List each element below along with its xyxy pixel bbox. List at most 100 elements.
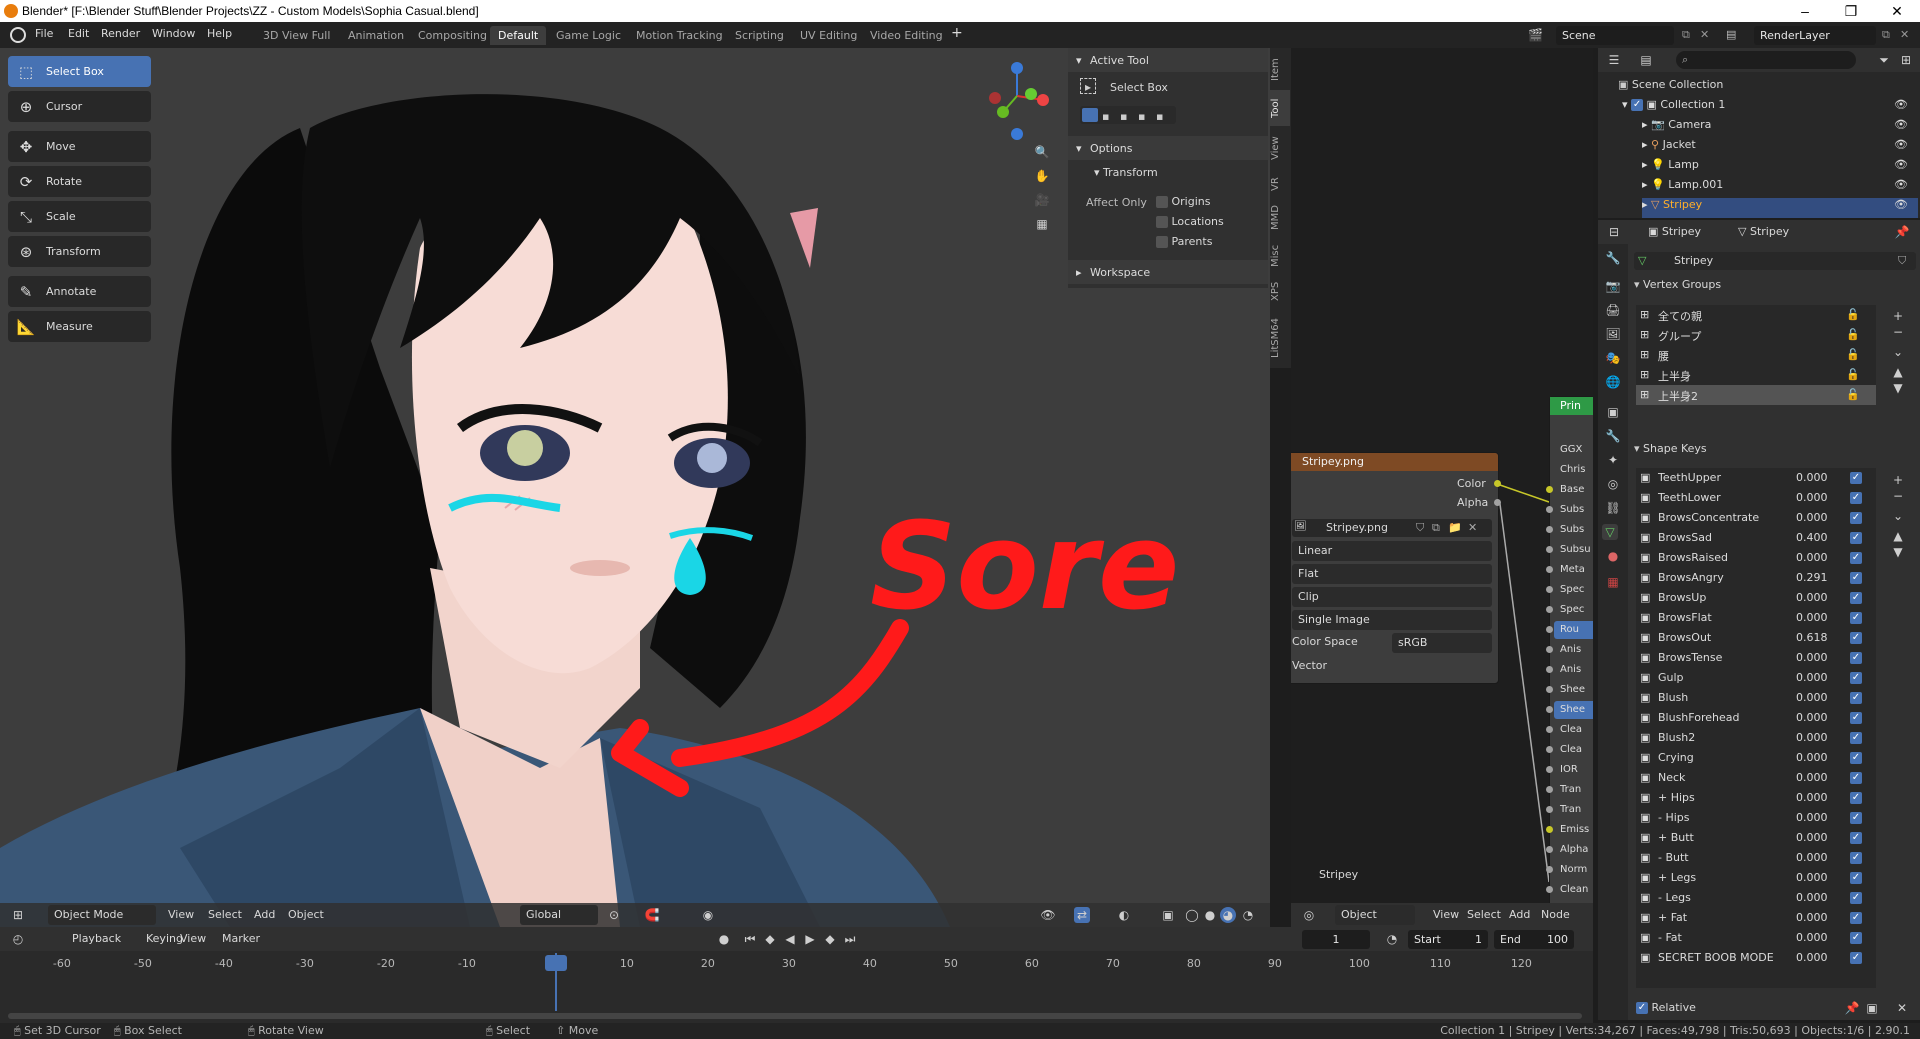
shape-key-value[interactable]: 0.000 [1796,791,1828,804]
principled-input[interactable]: Anis [1546,661,1593,679]
shape-key-name[interactable]: - Fat [1658,931,1682,944]
end-frame-field[interactable]: End 100 [1494,930,1574,949]
vertex-group-specials-icon[interactable]: ⌄ [1890,344,1906,360]
outliner-item-stripey[interactable]: ▸ ▽ Stripey 👁 [1642,198,1918,218]
vertex-group-name[interactable]: グループ [1658,328,1701,344]
view-layer-props-icon[interactable]: 🖼 [1605,326,1621,342]
input-socket[interactable] [1546,706,1553,713]
origins-checkbox[interactable]: Origins [1156,195,1210,208]
shape-key-row[interactable]: ▣ - Butt 0.000 ✓ [1636,848,1876,868]
shader-node-editor[interactable]: Stripey.png Color Alpha 🖼 Stripey.png ⛉ … [1291,48,1593,927]
output-props-icon[interactable]: 🖨 [1605,302,1621,318]
add-vertex-group-icon[interactable]: + [1890,308,1906,324]
menu-render[interactable]: Render [101,27,140,40]
scene-field[interactable]: Scene [1556,26,1674,45]
overlays-icon[interactable]: ◐ [1116,907,1132,923]
outliner-search[interactable]: ⌕ [1676,51,1856,69]
outliner-item-camera[interactable]: ▸ 📷 Camera 👁 [1642,118,1918,138]
tab-tool[interactable]: Tool [1270,90,1290,126]
shape-key-name[interactable]: Blush [1658,691,1688,704]
source-dropdown[interactable]: Single Image [1292,610,1492,630]
vertex-group-name[interactable]: 全ての親 [1658,308,1702,324]
jump-end-icon[interactable]: ⏭ [842,931,858,947]
image-browse-icon[interactable]: 🖼 [1294,521,1307,532]
image-texture-node[interactable]: Stripey.png Color Alpha 🖼 Stripey.png ⛉ … [1291,452,1501,684]
scene-copy-icon[interactable]: ⧉ [1682,28,1690,42]
input-socket[interactable] [1546,486,1553,493]
shape-key-row[interactable]: ▣ Blush 0.000 ✓ [1636,688,1876,708]
play-icon[interactable]: ▶ [802,931,818,947]
eye-icon[interactable]: 👁 [1894,198,1908,211]
shape-key-value[interactable]: 0.000 [1796,511,1828,524]
shape-key-value[interactable]: 0.000 [1796,671,1828,684]
options-header[interactable]: ▾ Options [1068,136,1268,160]
image-node-header[interactable]: Stripey.png [1291,453,1498,471]
collection-row[interactable]: ▾ ✓ ▣ Collection 1 👁 [1622,98,1918,118]
shape-key-row[interactable]: ▣ - Legs 0.000 ✓ [1636,888,1876,908]
outliner-item-lamp[interactable]: ▸ 💡 Lamp 👁 [1642,158,1918,178]
shape-key-mute-checkbox[interactable]: ✓ [1850,472,1862,484]
shape-key-mute-checkbox[interactable]: ✓ [1850,812,1862,824]
remove-vertex-group-icon[interactable]: − [1890,324,1906,340]
outliner-item-lamp-001[interactable]: ▸ 💡 Lamp.001 👁 [1642,178,1918,198]
input-socket[interactable] [1546,526,1553,533]
move-up-icon[interactable]: ▲ [1890,528,1906,544]
display-mode-icon[interactable]: ▤ [1638,52,1654,68]
current-frame-field[interactable]: 1 [1302,930,1370,949]
parents-checkbox[interactable]: Parents [1156,235,1212,248]
shape-key-value[interactable]: 0.000 [1796,831,1828,844]
input-socket[interactable] [1546,726,1553,733]
zoom-icon[interactable]: 🔍 [1034,144,1050,160]
shape-key-value[interactable]: 0.000 [1796,911,1828,924]
shape-key-name[interactable]: + Butt [1658,831,1694,844]
shape-key-name[interactable]: + Fat [1658,911,1687,924]
shape-key-value[interactable]: 0.618 [1796,631,1828,644]
tool-scale[interactable]: ⤡ Scale [8,201,151,232]
shape-key-value[interactable]: 0.000 [1796,471,1828,484]
shape-key-name[interactable]: Blush2 [1658,731,1695,744]
shape-key-name[interactable]: - Butt [1658,851,1689,864]
shape-key-row[interactable]: ▣ Blush2 0.000 ✓ [1636,728,1876,748]
shape-key-value[interactable]: 0.000 [1796,691,1828,704]
modifier-props-icon[interactable]: 🔧 [1605,428,1621,444]
eye-icon[interactable]: 👁 [1894,138,1908,151]
principled-input[interactable]: Shee [1546,701,1593,719]
eye-icon[interactable]: 👁 [1894,98,1908,111]
timeline-type-icon[interactable]: ◴ [10,931,26,947]
vertex-groups-list[interactable]: ⊞ 全ての親 🔓 ⊞ グループ 🔓 ⊞ 腰 🔓 ⊞ 上半身 🔓 ⊞ 上半身2 🔓 [1636,305,1876,405]
pan-hand-icon[interactable]: ✋ [1034,168,1050,184]
tab-view[interactable]: View [1270,130,1290,166]
playhead[interactable] [545,955,567,971]
shape-key-name[interactable]: BlushForehead [1658,711,1739,724]
alpha-socket[interactable] [1494,499,1501,506]
mode-extend-icon[interactable]: ▪ [1102,110,1109,123]
tab-xps[interactable]: XPS [1270,276,1290,306]
playback-menu[interactable]: Playback [66,929,136,949]
menu-help[interactable]: Help [207,27,232,40]
timeline-ruler[interactable]: -60 -50 -40 -30 -20 -10 110 20 30 40 50 60 70 80 90 100… [0,955,1593,975]
extension-dropdown[interactable]: Clip [1292,587,1492,607]
vertex-group-item[interactable]: ⊞ グループ 🔓 [1636,325,1876,345]
start-frame-field[interactable]: Start 1 [1408,930,1488,949]
shape-key-row[interactable]: ▣ BrowsSad 0.400 ✓ [1636,528,1876,548]
shape-key-mute-checkbox[interactable]: ✓ [1850,632,1862,644]
shape-key-name[interactable]: - Hips [1658,811,1690,824]
shape-key-row[interactable]: ▣ - Fat 0.000 ✓ [1636,928,1876,948]
image-unlink-icon[interactable]: ✕ [1468,521,1477,534]
tab-vr[interactable]: VR [1270,170,1290,198]
shape-key-row[interactable]: ▣ + Legs 0.000 ✓ [1636,868,1876,888]
image-duplicate-icon[interactable]: ⧉ [1432,521,1440,535]
node-menu-add[interactable]: Add [1509,908,1530,921]
scene-remove-icon[interactable]: ✕ [1700,28,1709,41]
shape-key-name[interactable]: BrowsRaised [1658,551,1728,564]
texture-props-icon[interactable]: ▦ [1605,574,1621,590]
shape-key-row[interactable]: ▣ BrowsConcentrate 0.000 ✓ [1636,508,1876,528]
rendered-shading-icon[interactable]: ◔ [1240,907,1256,923]
move-down-icon[interactable]: ▼ [1890,380,1906,396]
pivot-icon[interactable]: ⊙ [606,907,622,923]
xray-icon[interactable]: ▣ [1160,907,1176,923]
lock-icon[interactable]: 🔓 [1846,348,1860,361]
input-socket[interactable] [1546,446,1553,453]
shape-key-mute-checkbox[interactable]: ✓ [1850,852,1862,864]
lock-icon[interactable]: 🔓 [1846,308,1860,321]
